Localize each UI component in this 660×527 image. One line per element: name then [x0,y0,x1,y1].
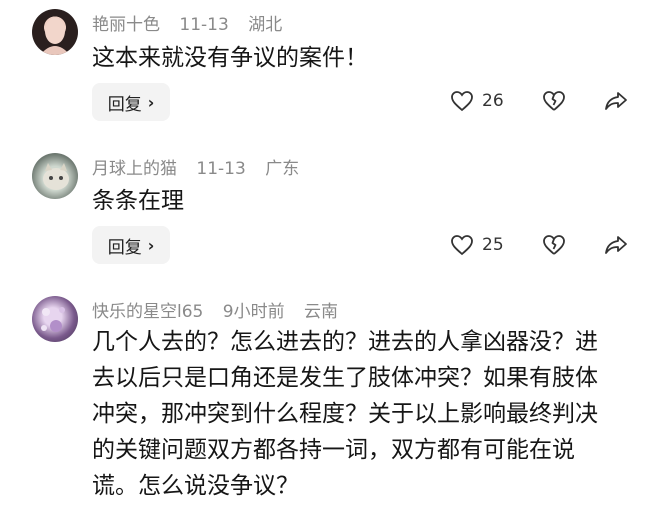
like-button[interactable]: 25 [450,234,504,256]
share-button[interactable] [604,234,628,256]
reply-button[interactable]: 回复 › [92,83,170,121]
comment-location: 广东 [265,159,300,179]
heart-outline-icon [451,235,473,256]
username[interactable]: 快乐的星空l65 [92,302,203,322]
reply-label: 回复 [107,94,142,115]
reply-label: 回复 [107,237,142,258]
avatar[interactable] [32,153,78,199]
avatar[interactable] [32,9,78,55]
share-arrow-icon [605,236,627,254]
comment-meta: 艳丽十色 11-13 湖北 [92,10,296,35]
share-button[interactable] [604,90,628,112]
chevron-right-icon: › [147,235,155,255]
username[interactable]: 艳丽十色 [92,15,160,35]
heart-outline-icon [451,91,473,112]
avatar[interactable] [32,296,78,342]
broken-heart-icon [543,235,565,255]
avatar-image [43,163,69,190]
comment-date: 11-13 [179,15,229,35]
comment-location: 湖北 [248,15,283,35]
comment-date: 9小时前 [222,302,285,322]
comment-location: 云南 [304,302,338,322]
avatar-image [40,18,70,55]
comment-date: 11-13 [196,159,246,179]
comment-item: 月球上的猫 11-13 广东 条条在理 回复 › 25 [0,140,660,285]
username[interactable]: 月球上的猫 [92,159,177,179]
comment-text: 几个人去的？怎么进去的？进去的人拿凶器没？进去以后只是口角还是发生了肢体冲突？如… [92,329,598,499]
reply-button[interactable]: 回复 › [92,226,170,264]
like-button[interactable]: 26 [450,90,504,112]
comment-item: 艳丽十色 11-13 湖北 这本来就没有争议的案件！ 回复 › 26 [0,0,660,140]
share-arrow-icon [605,92,627,110]
comment-text: 这本来就没有争议的案件！ [92,45,368,71]
chevron-right-icon: › [147,92,155,112]
broken-heart-icon [543,91,565,111]
like-count: 25 [482,235,504,255]
comment-item: 快乐的星空l65 9小时前 云南 几个人去的？怎么进去的？进去的人拿凶器没？进去… [0,285,660,527]
comment-text: 条条在理 [92,188,184,214]
dislike-button[interactable] [542,90,566,112]
comment-meta: 月球上的猫 11-13 广东 [92,154,313,179]
like-count: 26 [482,91,504,111]
comment-meta: 快乐的星空l65 9小时前 云南 [92,297,352,322]
dislike-button[interactable] [542,234,566,256]
avatar-image [41,307,65,332]
